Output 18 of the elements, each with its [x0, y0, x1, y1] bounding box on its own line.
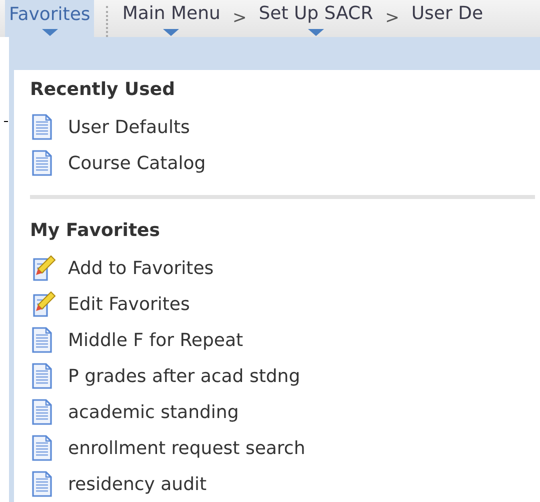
breadcrumb-link[interactable]: User De	[405, 0, 490, 37]
menu-link[interactable]: P grades after acad stdng	[68, 362, 300, 390]
breadcrumb-separator: >	[384, 7, 400, 30]
breadcrumb-separator: >	[231, 7, 248, 30]
section-heading: My Favorites	[30, 219, 161, 243]
favorites-tab[interactable]: Favorites	[5, 0, 94, 37]
breadcrumb-link[interactable]: Set Up SACR	[252, 0, 380, 37]
menu-link[interactable]: residency audit	[68, 470, 207, 498]
menu-link[interactable]: Course Catalog	[68, 150, 206, 176]
dash-mark	[4, 121, 8, 122]
menu-link[interactable]: academic standing	[68, 398, 239, 426]
section-heading: Recently Used	[30, 78, 176, 102]
menu-link[interactable]: Middle F for Repeat	[68, 326, 244, 354]
menu-link[interactable]: User Defaults	[68, 114, 190, 140]
menu-link[interactable]: Add to Favorites	[68, 254, 214, 282]
menu-link[interactable]: Edit Favorites	[68, 290, 190, 318]
breadcrumb-link[interactable]: Main Menu	[116, 0, 226, 37]
menu-link[interactable]: enrollment request search	[68, 434, 306, 462]
